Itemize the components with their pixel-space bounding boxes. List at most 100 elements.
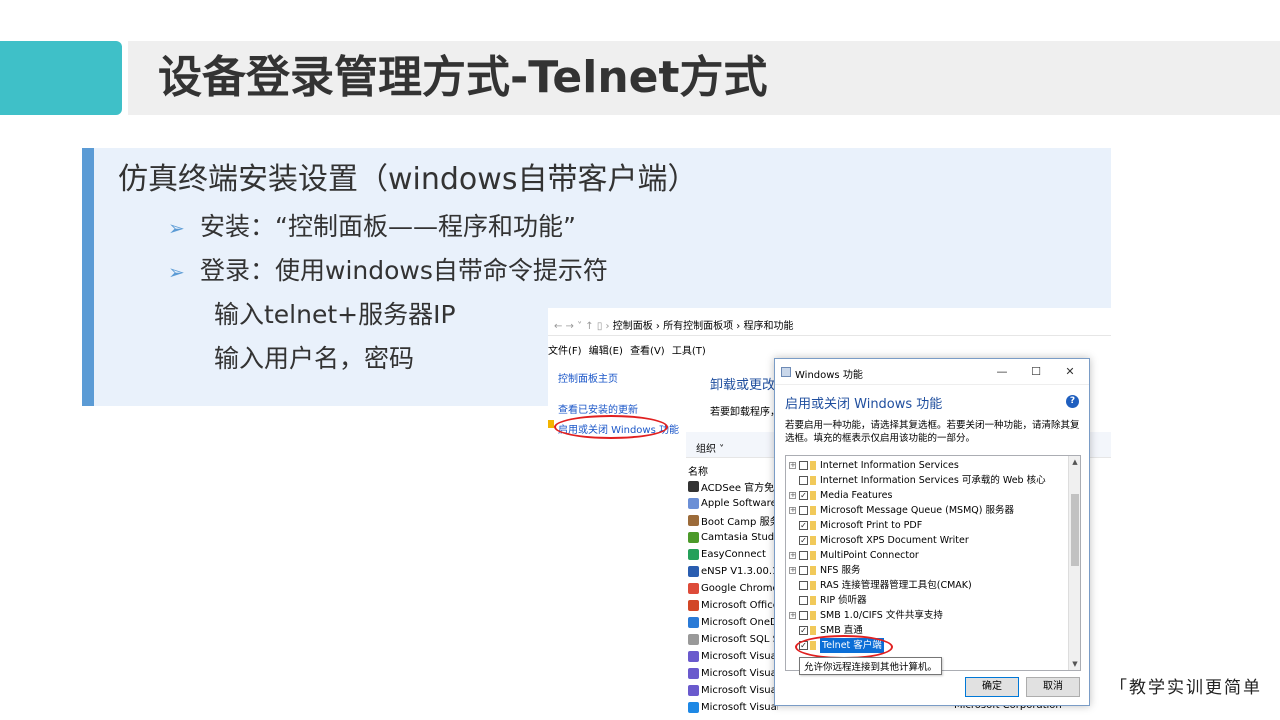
program-row[interactable]: Microsoft Visual xyxy=(688,682,778,699)
folder-icon xyxy=(810,461,816,470)
content-heading: 仿真终端安装设置（windows自带客户端） xyxy=(118,162,698,197)
feature-label: Internet Information Services xyxy=(820,460,959,471)
feature-checkbox[interactable] xyxy=(799,551,808,560)
minimize-icon[interactable]: — xyxy=(987,363,1017,381)
feature-row[interactable]: + ✓ Media Features xyxy=(786,488,1070,503)
sidebar-link-updates[interactable]: 查看已安装的更新 xyxy=(558,401,638,416)
program-name: ACDSee 官方免费 xyxy=(701,483,778,494)
program-icon xyxy=(688,600,699,611)
program-icon xyxy=(688,634,699,645)
bullet-arrow-icon: ➢ xyxy=(168,216,185,240)
organize-button[interactable]: 组织 ˅ xyxy=(696,440,724,455)
menu-tools[interactable]: 工具(T) xyxy=(672,346,706,357)
program-row[interactable]: Microsoft Visual Studio Code xyxy=(688,699,778,716)
program-row[interactable]: EasyConnect xyxy=(688,546,778,563)
expand-icon[interactable]: + xyxy=(789,567,796,574)
feature-label: Microsoft Print to PDF xyxy=(820,520,923,531)
program-icon xyxy=(688,685,699,696)
folder-icon xyxy=(810,566,816,575)
cancel-button[interactable]: 取消 xyxy=(1026,677,1080,697)
feature-checkbox[interactable] xyxy=(799,596,808,605)
program-name: Microsoft Office xyxy=(701,600,778,611)
feature-row[interactable]: + MultiPoint Connector xyxy=(786,548,1070,563)
folder-icon xyxy=(810,611,816,620)
sidebar-link-home[interactable]: 控制面板主页 xyxy=(558,370,618,385)
feature-row[interactable]: RAS 连接管理器管理工具包(CMAK) xyxy=(786,578,1070,593)
program-row[interactable]: Apple Software U xyxy=(688,495,778,512)
expand-icon[interactable]: + xyxy=(789,552,796,559)
feature-row[interactable]: + Microsoft Message Queue (MSMQ) 服务器 xyxy=(786,503,1070,518)
program-name: Microsoft Visual xyxy=(701,668,778,679)
feature-checkbox[interactable] xyxy=(799,611,808,620)
program-name: Microsoft OneDri xyxy=(701,617,778,628)
feature-row[interactable]: ✓ Microsoft XPS Document Writer xyxy=(786,533,1070,548)
brand-slogan: 「教学实训更简单 xyxy=(1110,678,1262,698)
dialog-titlebar[interactable]: Windows 功能 — ☐ ✕ xyxy=(775,359,1089,385)
feature-row[interactable]: Internet Information Services 可承载的 Web 核… xyxy=(786,473,1070,488)
column-header-name[interactable]: 名称 xyxy=(688,463,708,478)
tree-scrollbar[interactable]: ▲ ▼ xyxy=(1068,456,1080,670)
feature-row[interactable]: + Internet Information Services xyxy=(786,458,1070,473)
feature-checkbox[interactable]: ✓ xyxy=(799,536,808,545)
feature-checkbox[interactable] xyxy=(799,581,808,590)
program-row[interactable]: Camtasia Studio xyxy=(688,529,778,546)
program-row[interactable]: Microsoft OneDri xyxy=(688,614,778,631)
maximize-icon[interactable]: ☐ xyxy=(1021,363,1051,381)
feature-checkbox[interactable]: ✓ xyxy=(799,491,808,500)
expand-icon[interactable]: + xyxy=(789,507,796,514)
title-accent-bar xyxy=(0,41,122,115)
ok-button[interactable]: 确定 xyxy=(965,677,1019,697)
program-row[interactable]: Google Chrome xyxy=(688,580,778,597)
feature-label: Microsoft XPS Document Writer xyxy=(820,535,969,546)
program-row[interactable]: Microsoft Office xyxy=(688,597,778,614)
feature-row[interactable]: RIP 侦听器 xyxy=(786,593,1070,608)
expand-icon[interactable]: + xyxy=(789,462,796,469)
program-row[interactable]: Microsoft SQL Se xyxy=(688,631,778,648)
program-name: Apple Software U xyxy=(701,498,778,509)
feature-label: Media Features xyxy=(820,490,893,501)
breadcrumb[interactable]: 控制面板 › 所有控制面板项 › 程序和功能 xyxy=(613,321,794,332)
program-row[interactable]: Microsoft Visual xyxy=(688,648,778,665)
feature-checkbox[interactable]: ✓ xyxy=(799,626,808,635)
program-row[interactable]: ACDSee 官方免费 xyxy=(688,478,778,495)
feature-row[interactable]: + SMB 1.0/CIFS 文件共享支持 xyxy=(786,608,1070,623)
program-icon xyxy=(688,498,699,509)
folder-icon xyxy=(810,536,816,545)
feature-checkbox[interactable] xyxy=(799,566,808,575)
program-row[interactable]: Boot Camp 服务 xyxy=(688,512,778,529)
feature-checkbox[interactable] xyxy=(799,461,808,470)
folder-icon xyxy=(810,476,816,485)
expand-icon[interactable]: + xyxy=(789,612,796,619)
folder-icon xyxy=(810,521,816,530)
nav-arrows-icon[interactable]: ← → ˅ ↑ xyxy=(548,321,594,332)
program-name: Boot Camp 服务 xyxy=(701,517,778,528)
scroll-down-icon[interactable]: ▼ xyxy=(1069,658,1080,670)
bullet-login-text: 登录：使用windows自带命令提示符 xyxy=(200,256,608,285)
folder-icon: ▯ › xyxy=(596,321,613,332)
scroll-up-icon[interactable]: ▲ xyxy=(1069,456,1080,468)
feature-row[interactable]: ✓ Microsoft Print to PDF xyxy=(786,518,1070,533)
address-bar[interactable]: ← → ˅ ↑ ▯ › 控制面板 › 所有控制面板项 › 程序和功能 xyxy=(548,318,1111,336)
program-row[interactable]: eNSP V1.3.00.100 xyxy=(688,563,778,580)
feature-label: RAS 连接管理器管理工具包(CMAK) xyxy=(820,580,972,591)
dialog-description: 若要启用一种功能，请选择其复选框。若要关闭一种功能，请清除其复选框。填充的框表示… xyxy=(785,420,1080,444)
program-icon xyxy=(688,617,699,628)
help-icon[interactable]: ? xyxy=(1066,395,1079,408)
feature-checkbox[interactable] xyxy=(799,506,808,515)
menu-edit[interactable]: 编辑(E) xyxy=(589,346,623,357)
feature-checkbox[interactable]: ✓ xyxy=(799,521,808,530)
menu-view[interactable]: 查看(V) xyxy=(630,346,665,357)
line-telnet-ip: 输入telnet+服务器IP xyxy=(214,300,456,329)
windows-features-dialog: Windows 功能 — ☐ ✕ 启用或关闭 Windows 功能 ? 若要启用… xyxy=(774,358,1090,706)
expand-icon[interactable]: + xyxy=(789,492,796,499)
program-row[interactable]: Microsoft Visual xyxy=(688,665,778,682)
bullet-install: ➢ 安装：“控制面板——程序和功能” xyxy=(168,210,576,245)
program-icon xyxy=(688,481,699,492)
feature-row[interactable]: + NFS 服务 xyxy=(786,563,1070,578)
feature-checkbox[interactable] xyxy=(799,476,808,485)
close-icon[interactable]: ✕ xyxy=(1055,363,1085,381)
menu-file[interactable]: 文件(F) xyxy=(548,346,582,357)
program-list: ACDSee 官方免费 Apple Software U Boot Camp 服务 C… xyxy=(688,478,778,716)
scroll-thumb[interactable] xyxy=(1071,494,1079,566)
program-name: EasyConnect xyxy=(701,549,766,560)
